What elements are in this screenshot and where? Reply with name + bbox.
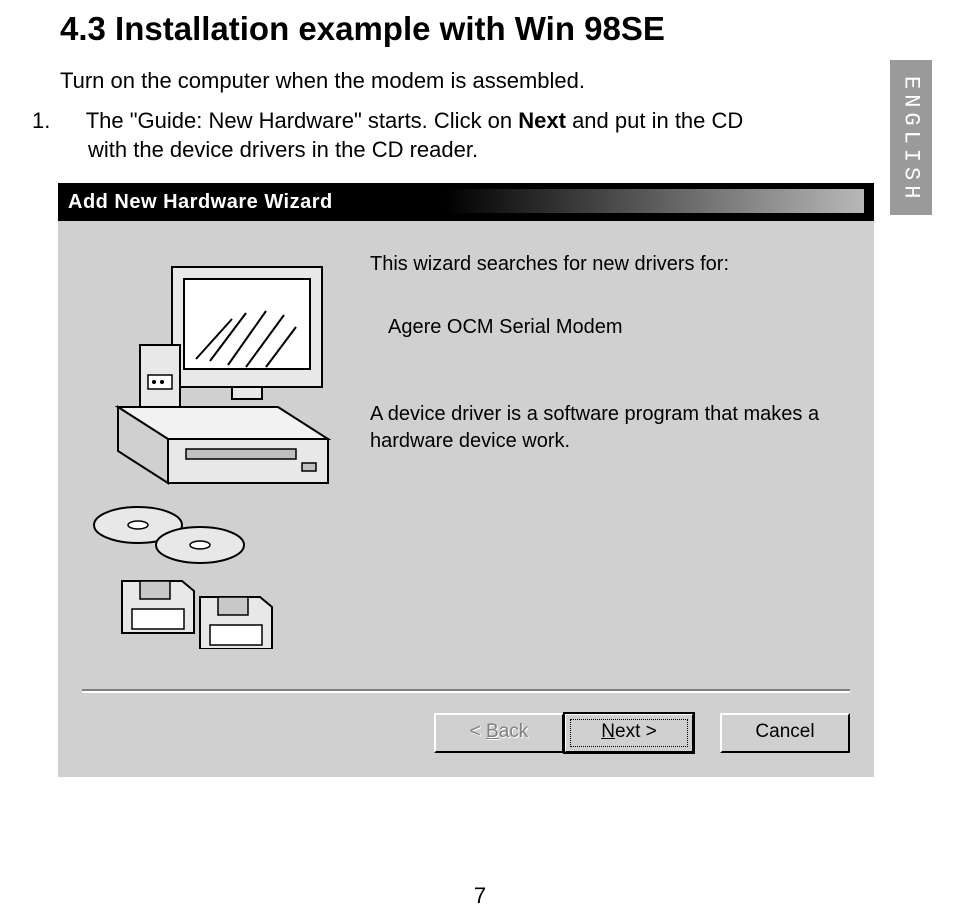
wizard-device-name: Agere OCM Serial Modem — [388, 314, 850, 341]
back-rest: ack — [499, 721, 529, 742]
page-number: 7 — [0, 883, 960, 909]
wizard-illustration — [82, 249, 342, 649]
wizard-title: Add New Hardware Wizard — [68, 191, 333, 213]
titlebar-gradient — [444, 189, 864, 213]
step-text-bold: Next — [518, 108, 566, 133]
wizard-intro-text: This wizard searches for new drivers for… — [370, 251, 850, 278]
back-prefix: < — [470, 721, 486, 742]
language-tab: ENGLISH — [890, 60, 932, 215]
hardware-wizard-window: Add New Hardware Wizard — [58, 183, 874, 777]
document-page: 4.3 Installation example with Win 98SE T… — [0, 0, 960, 777]
wizard-body: This wizard searches for new drivers for… — [58, 221, 874, 681]
cancel-label: Cancel — [755, 721, 814, 742]
next-underline: N — [601, 721, 615, 742]
back-button: < Back — [434, 713, 564, 753]
step-text-a: The "Guide: New Hardware" starts. Click … — [86, 108, 519, 133]
wizard-button-row: < Back Next > Cancel — [58, 693, 874, 777]
next-button[interactable]: Next > — [564, 713, 694, 753]
step-number: 1. — [60, 106, 80, 136]
section-heading: 4.3 Installation example with Win 98SE — [60, 10, 900, 48]
intro-text: Turn on the computer when the modem is a… — [60, 66, 780, 96]
computer-disks-icon — [82, 249, 342, 649]
wizard-text-panel: This wizard searches for new drivers for… — [370, 249, 850, 671]
wizard-titlebar[interactable]: Add New Hardware Wizard — [58, 183, 874, 221]
next-rest: ext > — [615, 721, 657, 742]
step-1: 1. The "Guide: New Hardware" starts. Cli… — [60, 106, 780, 165]
cancel-button[interactable]: Cancel — [720, 713, 850, 753]
back-underline: B — [486, 721, 499, 742]
wizard-description: A device driver is a software program th… — [370, 401, 850, 455]
